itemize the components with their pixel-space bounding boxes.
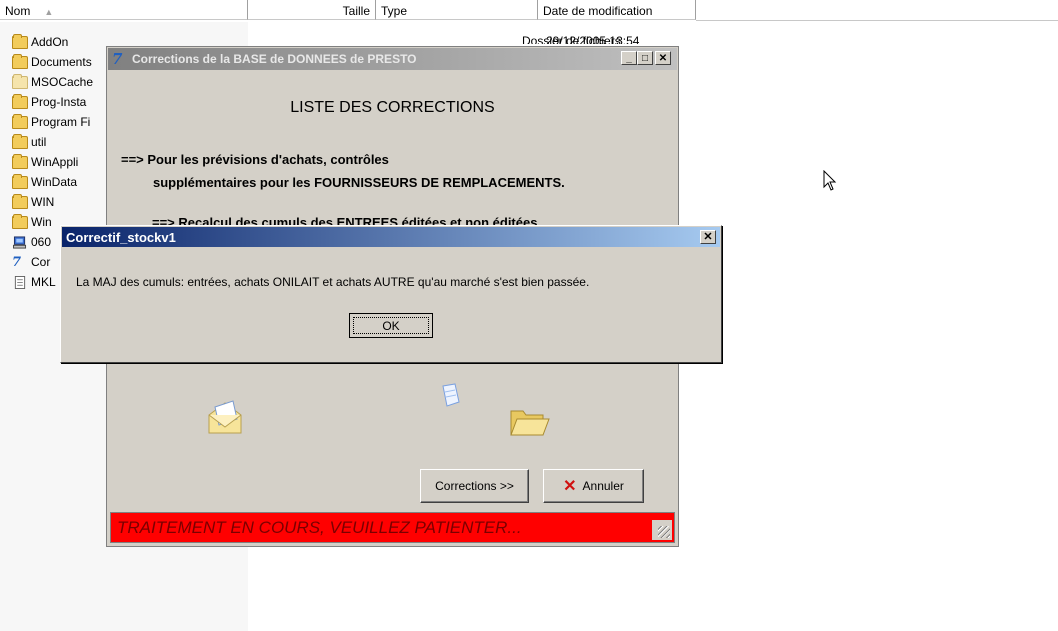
dialog-title: Corrections de la BASE de DONNEES de PRE…: [132, 52, 417, 66]
ok-focus-rect: OK: [353, 317, 429, 334]
column-size-label: Taille: [342, 4, 370, 18]
folder-icon: [12, 33, 28, 49]
file-name: WIN: [31, 195, 55, 209]
close-icon[interactable]: ✕: [655, 51, 671, 65]
correction-line-3: ==> Recalcul des cumuls des ENTREES édit…: [152, 215, 538, 225]
document-icon: [442, 383, 460, 407]
list-item[interactable]: Prog-Insta: [12, 92, 93, 112]
file-name: util: [31, 135, 47, 149]
folder-icon: [12, 153, 28, 169]
correction-line-2: supplémentaires pour les FOURNISSEURS DE…: [153, 175, 565, 190]
message-text: La MAJ des cumuls: entrées, achats ONILA…: [76, 275, 590, 289]
folder-icon: [12, 173, 28, 189]
list-item[interactable]: MSOCache: [12, 72, 93, 92]
message-box-titlebar[interactable]: Correctif_stockv1 ✕: [62, 227, 720, 247]
resize-grip-icon[interactable]: [652, 520, 672, 540]
file-name: WinAppli: [31, 155, 79, 169]
correction-line-1: ==> Pour les prévisions d'achats, contrô…: [121, 152, 389, 167]
file-name: Win: [31, 215, 52, 229]
column-name-label: Nom: [5, 4, 31, 18]
file-name: WinData: [31, 175, 78, 189]
file-name: Prog-Insta: [31, 95, 87, 109]
cancel-button[interactable]: ✕ Annuler: [543, 469, 644, 503]
column-type-label: Type: [381, 4, 408, 18]
file-name: Program Fi: [31, 115, 91, 129]
close-icon[interactable]: ✕: [700, 230, 716, 244]
file-name: Documents: [31, 55, 92, 69]
folder-icon: [12, 93, 28, 109]
folder-icon: [12, 133, 28, 149]
app-icon: 7: [12, 254, 22, 270]
column-date-label: Date de modification: [543, 4, 653, 18]
maximize-icon[interactable]: □: [637, 51, 653, 65]
computer-file-icon: [13, 235, 27, 249]
file-name: MSOCache: [31, 75, 94, 89]
file-name: MKL: [31, 275, 56, 289]
corrections-button-label: Corrections >>: [435, 479, 514, 493]
corrections-heading: LISTE DES CORRECTIONS: [290, 99, 495, 116]
list-item[interactable]: Documents: [12, 52, 93, 72]
text-file-icon: [14, 275, 26, 289]
column-header-filler: [696, 0, 1058, 21]
column-header-size[interactable]: Taille: [248, 0, 376, 20]
app-icon: 7: [112, 50, 123, 68]
folder-icon: [12, 193, 28, 209]
column-header-name[interactable]: Nom ▲: [0, 0, 248, 20]
corrections-button[interactable]: Corrections >>: [420, 469, 529, 503]
list-item[interactable]: WIN: [12, 192, 93, 212]
list-item[interactable]: Program Fi: [12, 112, 93, 132]
message-box: Correctif_stockv1 ✕ La MAJ des cumuls: e…: [60, 225, 722, 363]
column-header-bar: Nom ▲ Taille Type Date de modification: [0, 0, 1058, 22]
folder-icon: [12, 213, 28, 229]
status-bar: TRAITEMENT EN COURS, VEUILLEZ PATIENTER.…: [110, 512, 675, 543]
cancel-x-icon: ✕: [563, 478, 577, 495]
ok-button-label: OK: [382, 318, 400, 333]
list-item[interactable]: WinAppli: [12, 152, 93, 172]
message-box-title: Correctif_stockv1: [66, 229, 176, 245]
first-row-date: 29/12/2005 13:54: [546, 34, 640, 44]
open-folder-icon: [510, 410, 550, 436]
sort-ascending-icon: ▲: [44, 7, 54, 17]
minimize-icon[interactable]: _: [621, 51, 637, 65]
cancel-button-label: Annuler: [582, 479, 624, 493]
file-name: Cor: [31, 255, 51, 269]
list-item[interactable]: util: [12, 132, 93, 152]
list-item[interactable]: AddOn: [12, 32, 93, 52]
file-name: 060: [31, 235, 52, 249]
folder-hidden-icon: [12, 73, 28, 89]
mouse-cursor-icon: [823, 170, 837, 191]
window-controls: _ □ ✕: [621, 51, 671, 65]
file-name: AddOn: [31, 35, 69, 49]
corrections-dialog-titlebar[interactable]: 7 Corrections de la BASE de DONNEES de P…: [108, 48, 677, 70]
folder-icon: [12, 53, 28, 69]
ok-button[interactable]: OK: [349, 313, 433, 338]
column-header-type[interactable]: Type: [376, 0, 538, 20]
open-envelope-icon: [208, 400, 242, 434]
list-item[interactable]: WinData: [12, 172, 93, 192]
column-header-date[interactable]: Date de modification: [538, 0, 696, 20]
status-text: TRAITEMENT EN COURS, VEUILLEZ PATIENTER.…: [117, 518, 522, 537]
folder-icon: [12, 113, 28, 129]
